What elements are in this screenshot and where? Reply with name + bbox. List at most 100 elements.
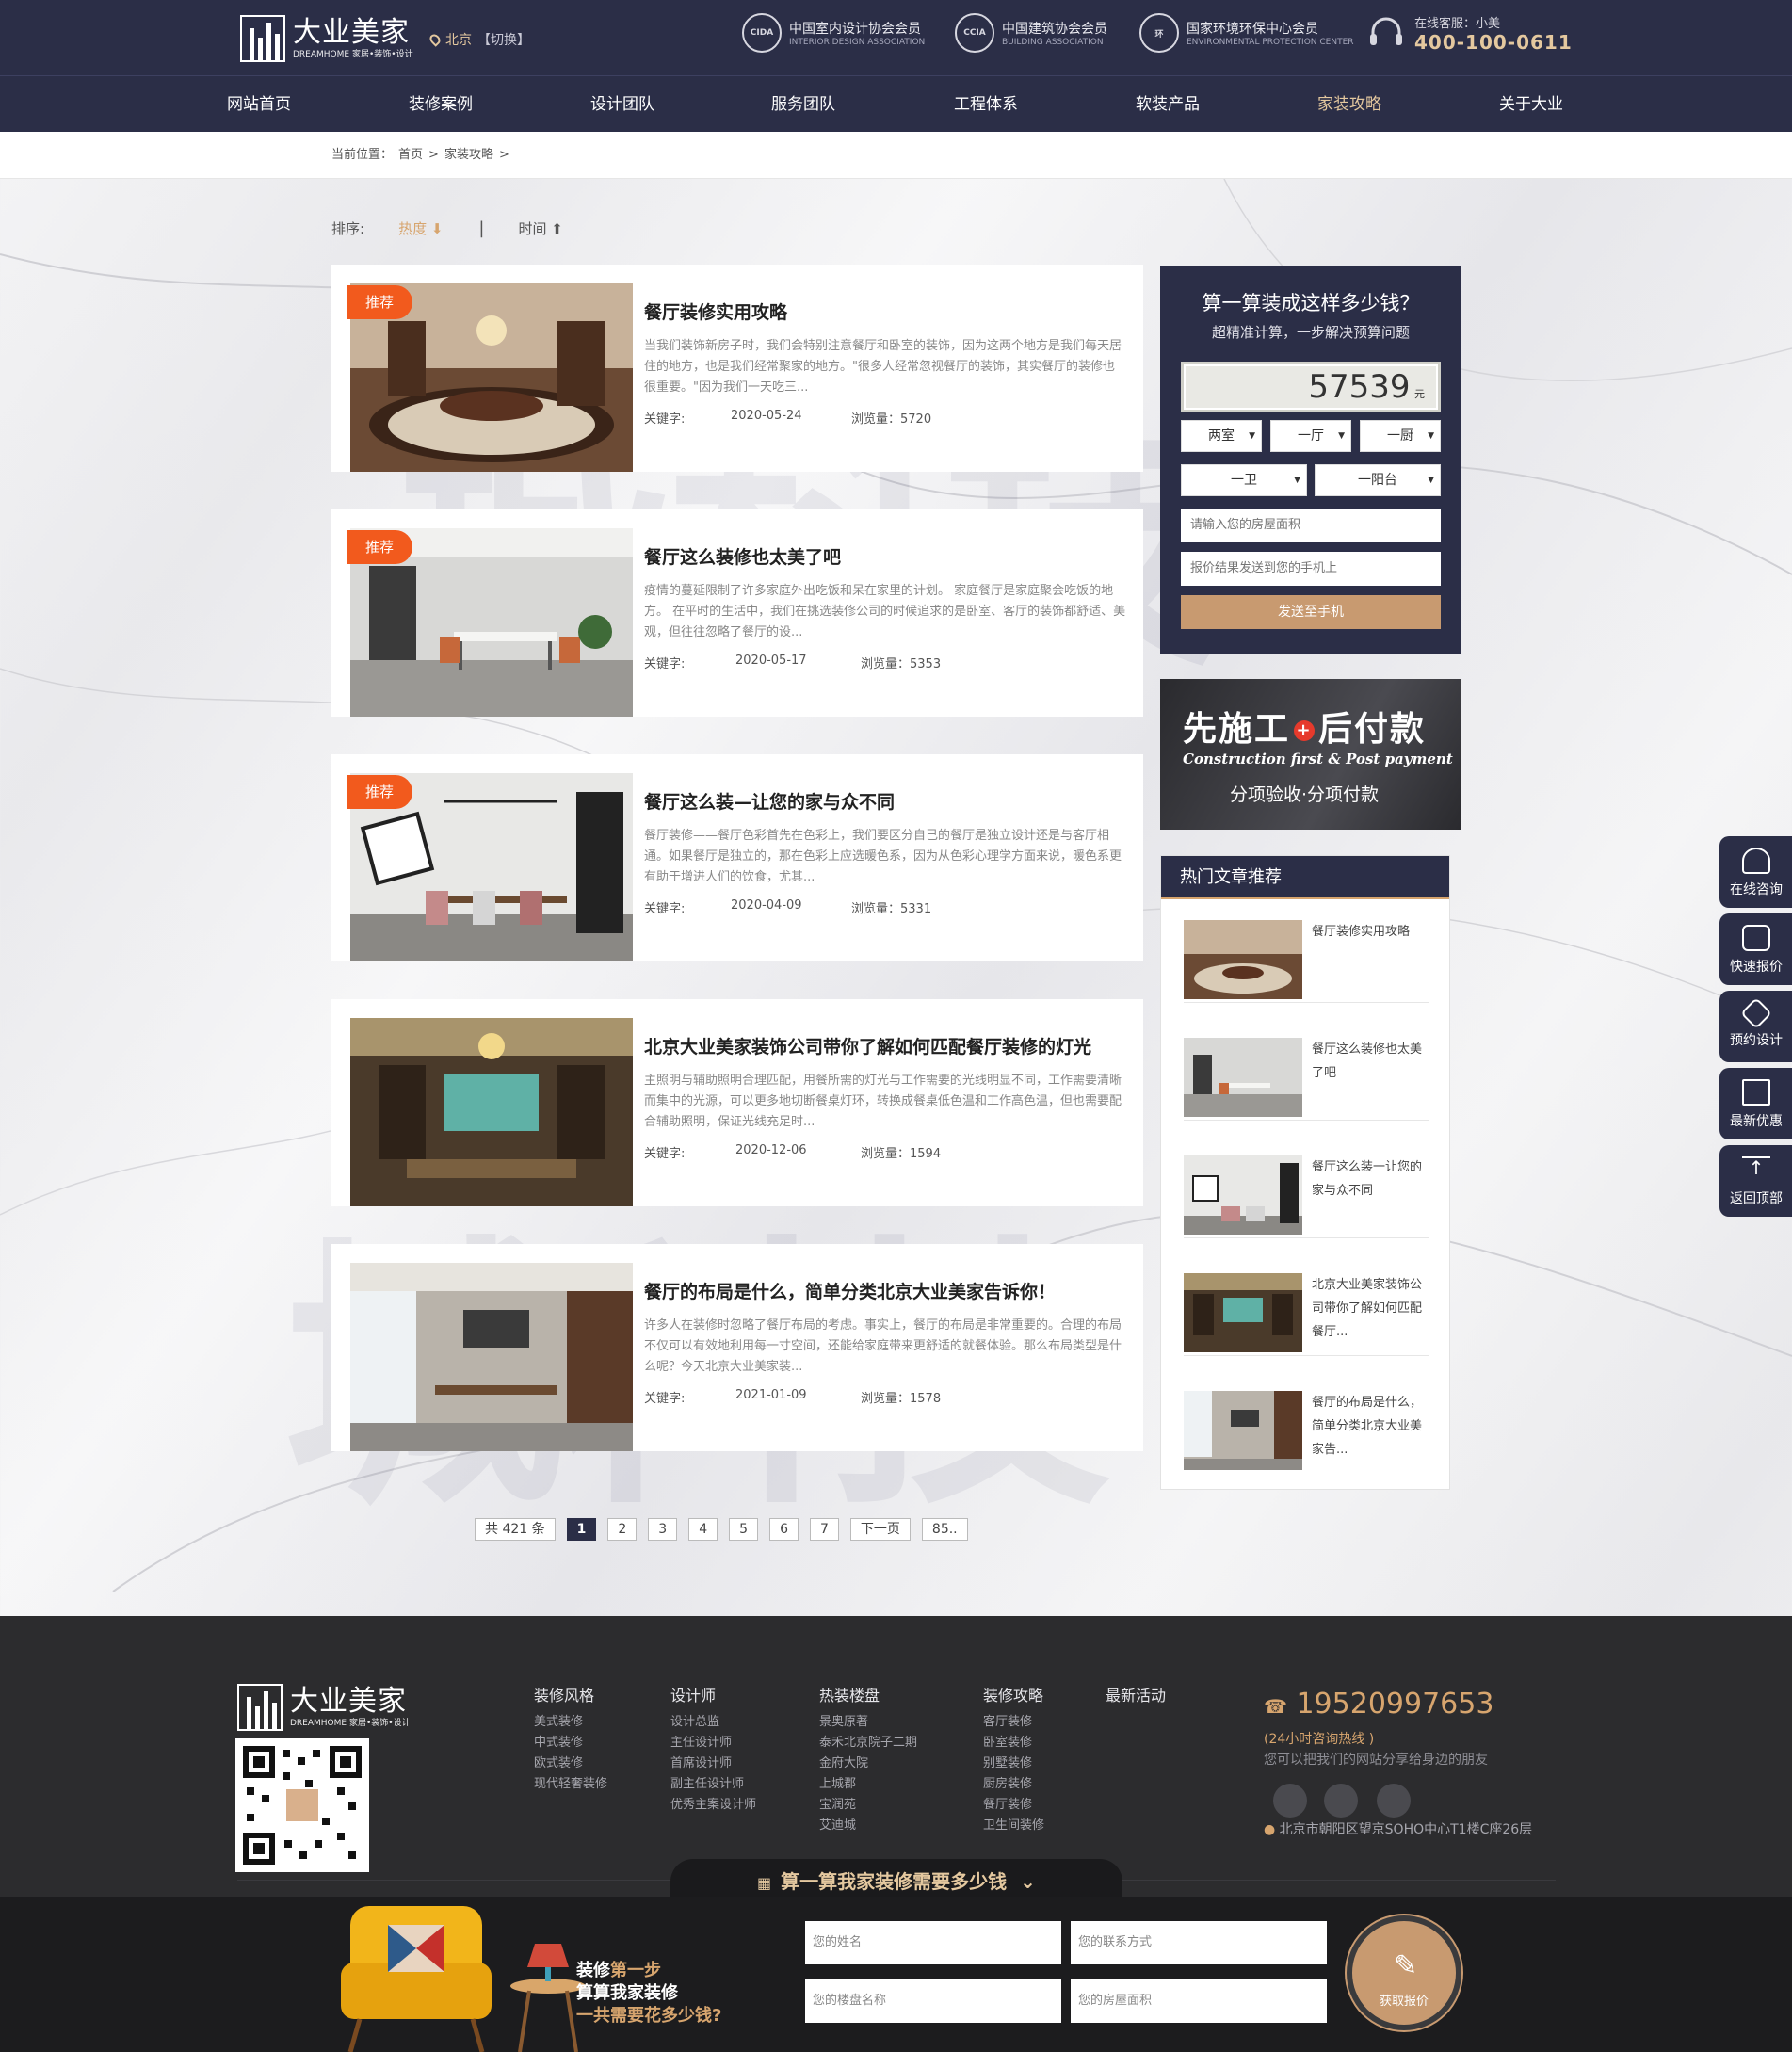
hot-article-title[interactable]: 餐厅这么装修也太美了吧 [1312,1038,1429,1085]
article-thumbnail[interactable] [350,1263,633,1451]
article-title[interactable]: 餐厅这么装修也太美了吧 [644,543,841,569]
nav-guide[interactable]: 家装攻略 [1317,76,1381,133]
hot-article-thumbnail[interactable] [1184,1155,1302,1235]
footer-phone[interactable]: ☎ 19520997653 [1264,1688,1493,1721]
article-title[interactable]: 餐厅装修实用攻略 [644,299,787,324]
hot-article-thumbnail[interactable] [1184,1273,1302,1352]
quick-quote-button[interactable]: 快速报价 [1719,913,1792,985]
latest-offers-button[interactable]: 最新优惠 [1719,1068,1792,1139]
weibo-icon[interactable] [1377,1784,1411,1818]
footer-link[interactable]: 上城郡 [819,1774,917,1795]
hot-article-title[interactable]: 餐厅这么装一让您的家与众不同 [1312,1155,1429,1203]
footer-link[interactable]: 现代轻奢装修 [534,1774,607,1795]
last-page-button[interactable]: 85.. [921,1518,968,1541]
footer-link[interactable]: 艾迪城 [819,1816,917,1836]
nav-design-team[interactable]: 设计团队 [590,76,654,133]
quote-calculator: 算一算装成这样多少钱？ 超精准计算，一步解决预算问题 57539 元 两室 ▼ 一… [1160,266,1461,654]
online-consult-button[interactable]: 在线咨询 [1719,836,1792,908]
hot-article-item[interactable]: 餐厅这么装修也太美了吧 [1184,1038,1429,1121]
kitchen-select[interactable]: 一厨 ▼ [1360,420,1441,452]
livingroom-select[interactable]: 一厅 ▼ [1270,420,1351,452]
footer-link[interactable]: 卧室装修 [983,1733,1044,1753]
hot-article-item[interactable]: 餐厅的布局是什么，简单分类北京大业美家告... [1184,1391,1429,1474]
footer-link[interactable]: 副主任设计师 [670,1774,756,1795]
page-5[interactable]: 5 [729,1518,759,1541]
breadcrumb-section[interactable]: 家装攻略 [444,132,493,179]
page-7[interactable]: 7 [809,1518,839,1541]
next-page-button[interactable]: 下一页 [849,1518,911,1541]
footer-link[interactable]: 餐厅装修 [983,1795,1044,1816]
city-selector[interactable]: 北京 【切换】 [428,30,530,49]
hot-article-thumbnail[interactable] [1184,1038,1302,1117]
hot-article-title[interactable]: 餐厅的布局是什么，简单分类北京大业美家告... [1312,1391,1429,1462]
footer-link[interactable]: 泰禾北京院子二期 [819,1733,917,1753]
hot-article-thumbnail[interactable] [1184,920,1302,999]
area-input[interactable] [1181,509,1441,542]
hot-article-title[interactable]: 北京大业美家装饰公司带你了解如何匹配餐厅... [1312,1273,1429,1344]
sort-by-time[interactable]: 时间 ⬆ [518,218,562,238]
contact-input[interactable]: 您的联系方式 [1071,1921,1327,1964]
estate-input[interactable]: 您的楼盘名称 [805,1979,1061,2023]
footer-link[interactable]: 别墅装修 [983,1753,1044,1774]
headset-icon [1742,848,1770,874]
hot-article-thumbnail[interactable] [1184,1391,1302,1470]
footer-link[interactable]: 中式装修 [534,1733,607,1753]
hot-article-item[interactable]: 餐厅装修实用攻略 [1184,920,1429,1003]
article-title[interactable]: 餐厅的布局是什么，简单分类北京大业美家告诉你！ [644,1278,1056,1303]
nav-service-team[interactable]: 服务团队 [771,76,835,133]
sort-by-popularity[interactable]: 热度 ⬇ [398,218,443,238]
city-switch-link[interactable]: 【切换】 [477,30,530,49]
footer-link[interactable]: 卫生间装修 [983,1816,1044,1836]
footer-link[interactable]: 优秀主案设计师 [670,1795,756,1816]
article-card[interactable]: 餐厅的布局是什么，简单分类北京大业美家告诉你！ 许多人在装修时忽略了餐厅布局的考… [331,1244,1143,1451]
footer-col-title[interactable]: 最新活动 [1106,1686,1166,1706]
article-card[interactable]: 推荐 餐厅装修实用攻略 当我们装饰新房子时，我们会特别注意餐厅和卧室的装饰，因为… [331,265,1143,472]
footer-link[interactable]: 客厅装修 [983,1712,1044,1733]
nav-soft-decor[interactable]: 软装产品 [1136,76,1200,133]
hot-article-title[interactable]: 餐厅装修实用攻略 [1312,920,1429,944]
footer-logo[interactable]: 大业美家 DREAMHOME 家居•装饰•设计 [237,1684,411,1731]
article-title[interactable]: 北京大业美家装饰公司带你了解如何匹配餐厅装修的灯光 [644,1033,1091,1058]
name-input[interactable]: 您的姓名 [805,1921,1061,1964]
article-card[interactable]: 推荐 餐厅这么装修也太美了吧 疫情的蔓延限制了许多家庭外出吃饭和呆在家里的计划。… [331,509,1143,717]
page-1[interactable]: 1 [566,1518,597,1541]
page-6[interactable]: 6 [769,1518,799,1541]
wechat-icon[interactable] [1273,1784,1307,1818]
hotline[interactable]: 在线客服：小美 400-100-0611 [1367,13,1573,54]
promo-banner[interactable]: 先施工 + 后付款 Construction first & Post paymen… [1160,679,1461,830]
nav-cases[interactable]: 装修案例 [409,76,473,133]
hot-article-item[interactable]: 餐厅这么装一让您的家与众不同 [1184,1155,1429,1238]
back-to-top-button[interactable]: ↑ 返回顶部 [1719,1145,1792,1217]
balcony-select[interactable]: 一阳台 ▼ [1315,464,1441,496]
article-title[interactable]: 餐厅这么装—让您的家与众不同 [644,788,895,814]
footer-link[interactable]: 首席设计师 [670,1753,756,1774]
nav-about[interactable]: 关于大业 [1499,76,1563,133]
nav-home[interactable]: 网站首页 [227,76,291,133]
footer-link[interactable]: 欧式装修 [534,1753,607,1774]
breadcrumb-home[interactable]: 首页 [398,132,423,179]
site-logo[interactable]: 大业美家 DREAMHOME 家居•装饰•设计 [240,15,413,62]
send-to-phone-button[interactable]: 发送至手机 [1181,595,1441,629]
page-2[interactable]: 2 [607,1518,638,1541]
page-3[interactable]: 3 [648,1518,678,1541]
article-card[interactable]: 推荐 餐厅这么装—让您的家与众不同 餐厅装修——餐厅色彩首先在色彩上，我们要区分… [331,754,1143,961]
bathroom-select[interactable]: 一卫 ▼ [1181,464,1307,496]
footer-link[interactable]: 景奥原著 [819,1712,917,1733]
house-area-input[interactable]: 您的房屋面积 [1071,1979,1327,2023]
qq-icon[interactable] [1324,1784,1358,1818]
footer-link[interactable]: 宝润苑 [819,1795,917,1816]
article-thumbnail[interactable] [350,1018,633,1206]
phone-input[interactable] [1181,552,1441,586]
footer-link[interactable]: 设计总监 [670,1712,756,1733]
hot-article-item[interactable]: 北京大业美家装饰公司带你了解如何匹配餐厅... [1184,1273,1429,1356]
footer-link[interactable]: 厨房装修 [983,1774,1044,1795]
get-quote-button[interactable]: ✎ 获取报价 [1347,1915,1461,2030]
book-design-button[interactable]: 预约设计 [1719,991,1792,1062]
bedroom-select[interactable]: 两室 ▼ [1181,420,1262,452]
nav-engineering[interactable]: 工程体系 [954,76,1018,133]
footer-link[interactable]: 主任设计师 [670,1733,756,1753]
page-4[interactable]: 4 [688,1518,718,1541]
footer-link[interactable]: 美式装修 [534,1712,607,1733]
footer-link[interactable]: 金府大院 [819,1753,917,1774]
article-card[interactable]: 北京大业美家装饰公司带你了解如何匹配餐厅装修的灯光 主照明与辅助照明合理匹配，用… [331,999,1143,1206]
